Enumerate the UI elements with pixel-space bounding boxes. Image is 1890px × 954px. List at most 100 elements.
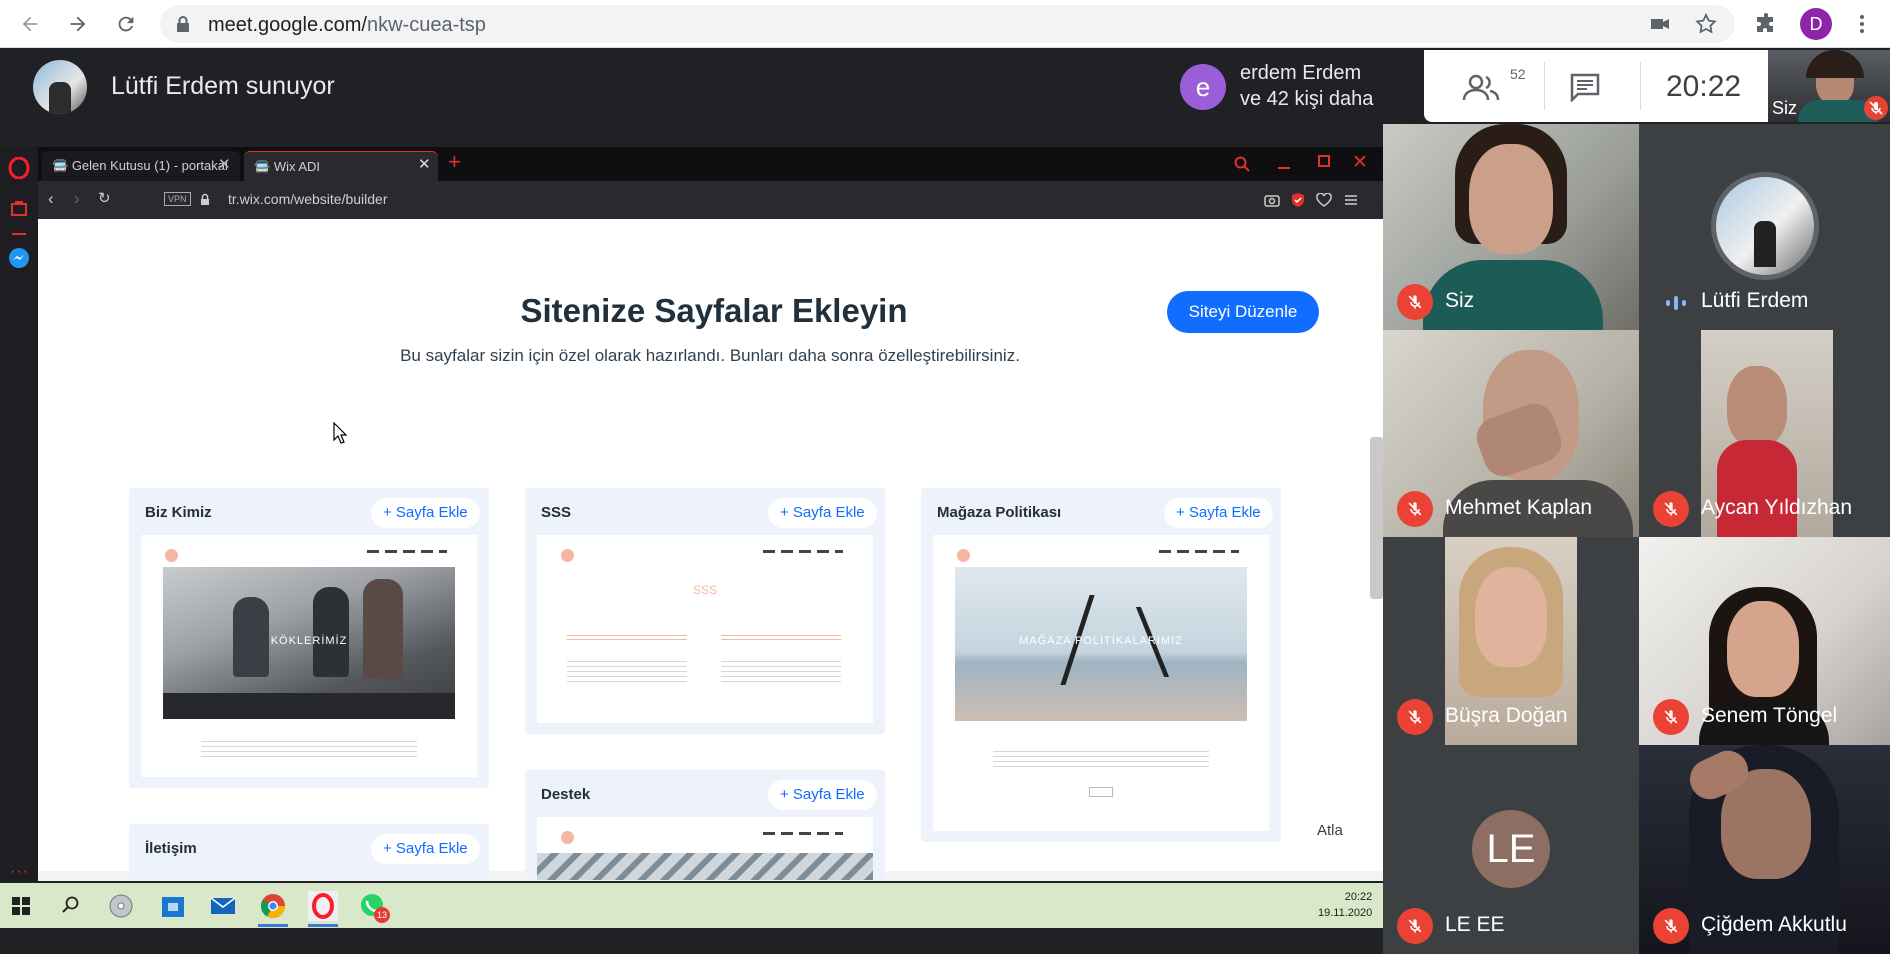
bookmark-star-icon[interactable] [1694, 12, 1718, 36]
participant-avatar: LE [1472, 810, 1550, 888]
preview-text-lines [993, 751, 1209, 771]
windows-start-icon[interactable] [12, 897, 30, 915]
participant-tile[interactable]: Büşra Doğan [1383, 537, 1639, 745]
card-title: Destek [541, 786, 591, 803]
divider [1544, 62, 1545, 110]
reload-icon[interactable]: ↻ [98, 189, 111, 207]
opera-logo-icon[interactable] [8, 157, 30, 179]
close-tab-icon[interactable]: ✕ [418, 155, 431, 173]
search-icon[interactable] [62, 896, 80, 914]
add-page-button[interactable]: + Sayfa Ekle [768, 780, 877, 810]
forward-arrow-icon[interactable] [62, 8, 94, 40]
add-page-button[interactable]: + Sayfa Ekle [1164, 498, 1273, 528]
address-bar[interactable]: meet.google.com/nkw-cuea-tsp [160, 5, 1735, 43]
reload-icon[interactable] [110, 8, 142, 40]
participant-tile[interactable]: Lütfi Erdem [1639, 124, 1890, 330]
page-scrollbar[interactable] [1370, 437, 1383, 599]
page-card-destek: Destek + Sayfa Ekle [525, 770, 885, 880]
hero-image: MAĞAZA POLİTİKALARIMIZ [955, 567, 1247, 721]
mail-tab-icon: 🚍 [52, 158, 72, 173]
tab-wix[interactable]: 🚍 Wix ADI [244, 151, 438, 181]
preview-answer-lines [567, 661, 687, 685]
adblock-shield-icon[interactable] [1290, 192, 1306, 208]
participant-name: Siz [1445, 289, 1475, 312]
logo-dot [561, 549, 574, 562]
chrome-app-icon[interactable] [258, 891, 288, 921]
add-page-button[interactable]: + Sayfa Ekle [768, 498, 877, 528]
page-preview[interactable] [537, 817, 873, 880]
self-view-thumbnail[interactable]: Siz [1768, 50, 1890, 122]
tab-mail[interactable]: 🚍 Gelen Kutusu (1) - portakal [42, 151, 240, 181]
opera-address-bar: ‹ › ↻ VPN tr.wix.com/website/builder [38, 181, 1383, 219]
new-tab-plus-icon[interactable]: + [448, 149, 461, 175]
profile-avatar[interactable]: D [1800, 8, 1832, 40]
participant-tile[interactable]: Siz [1383, 124, 1639, 330]
opera-url-text[interactable]: tr.wix.com/website/builder [228, 191, 388, 207]
minimize-icon[interactable] [1278, 167, 1290, 169]
url-text: meet.google.com/nkw-cuea-tsp [208, 14, 486, 36]
participant-tile[interactable]: LE LE EE [1383, 745, 1639, 954]
divider [1640, 62, 1641, 110]
notification-badge: 13 [374, 907, 390, 923]
join-notification: e erdem Erdem ve 42 kişi daha [1168, 50, 1424, 122]
store-app-icon[interactable] [158, 891, 188, 921]
chat-icon[interactable] [1569, 72, 1601, 102]
heart-icon[interactable] [1316, 193, 1332, 207]
card-title: Mağaza Politikası [937, 504, 1062, 521]
participant-name: Büşra Doğan [1445, 704, 1568, 727]
participant-name: Senem Töngel [1701, 704, 1838, 727]
search-icon[interactable] [1234, 156, 1250, 172]
forward-icon[interactable]: › [74, 189, 80, 209]
lock-icon [201, 193, 209, 205]
mic-off-icon [1397, 284, 1433, 320]
people-icon[interactable] [1460, 70, 1504, 104]
restore-icon[interactable] [1318, 155, 1330, 167]
preview-menu [367, 550, 447, 553]
logo-dot [165, 549, 178, 562]
mic-off-icon [1653, 491, 1689, 527]
add-page-button[interactable]: + Sayfa Ekle [371, 834, 480, 864]
back-arrow-icon[interactable] [14, 8, 46, 40]
participant-tile[interactable]: Senem Töngel [1639, 537, 1890, 745]
more-vert-icon[interactable] [1850, 12, 1874, 36]
more-dots-icon[interactable]: ··· [10, 863, 29, 881]
extensions-puzzle-icon[interactable] [1754, 12, 1778, 36]
preview-question-lines [721, 635, 841, 643]
close-window-icon[interactable]: ✕ [1352, 151, 1368, 174]
preview-menu [763, 550, 843, 553]
mic-off-icon [1653, 699, 1689, 735]
add-page-button[interactable]: + Sayfa Ekle [371, 498, 480, 528]
mail-app-icon[interactable] [208, 891, 238, 921]
disc-app-icon[interactable] [106, 891, 136, 921]
participant-tile[interactable]: Çiğdem Akkutlu [1639, 745, 1890, 954]
taskbar-clock[interactable]: 20:22 19.11.2020 [1318, 889, 1372, 921]
preview-menu [1159, 550, 1239, 553]
page-preview[interactable]: MAĞAZA POLİTİKALARIMIZ [933, 535, 1269, 831]
participant-tile[interactable]: Mehmet Kaplan [1383, 330, 1639, 537]
meeting-clock: 20:22 [1666, 70, 1742, 103]
edit-site-button[interactable]: Siteyi Düzenle [1167, 291, 1319, 333]
back-icon[interactable]: ‹ [48, 189, 54, 209]
camera-blocked-icon[interactable] [1648, 12, 1672, 36]
easy-setup-icon[interactable] [1344, 194, 1358, 206]
people-count: 52 [1510, 66, 1526, 82]
vpn-badge[interactable]: VPN [164, 192, 191, 206]
joiner-name: erdem Erdem [1240, 62, 1362, 84]
page-title: Sitenize Sayfalar Ekleyin [520, 292, 908, 329]
skip-link[interactable]: Atla [1317, 822, 1343, 839]
close-tab-icon[interactable]: ✕ [218, 155, 231, 173]
hero-image [537, 853, 873, 880]
snapshot-camera-icon[interactable] [1264, 193, 1280, 207]
participant-name: LE EE [1445, 913, 1505, 936]
page-preview[interactable]: KÖKLERİMİZ [141, 535, 477, 777]
windows-taskbar: 13 20:22 19.11.2020 [0, 883, 1383, 928]
shopping-bag-icon[interactable] [10, 199, 28, 217]
logo-dot [957, 549, 970, 562]
participant-tile[interactable]: Aycan Yıldızhan [1639, 330, 1890, 537]
self-view-label: Siz [1772, 98, 1798, 118]
page-preview[interactable]: SSS [537, 535, 873, 723]
preview-text-lines [201, 741, 417, 761]
opera-app-icon[interactable] [308, 891, 338, 921]
messenger-icon[interactable] [8, 247, 30, 269]
mic-off-icon [1397, 491, 1433, 527]
